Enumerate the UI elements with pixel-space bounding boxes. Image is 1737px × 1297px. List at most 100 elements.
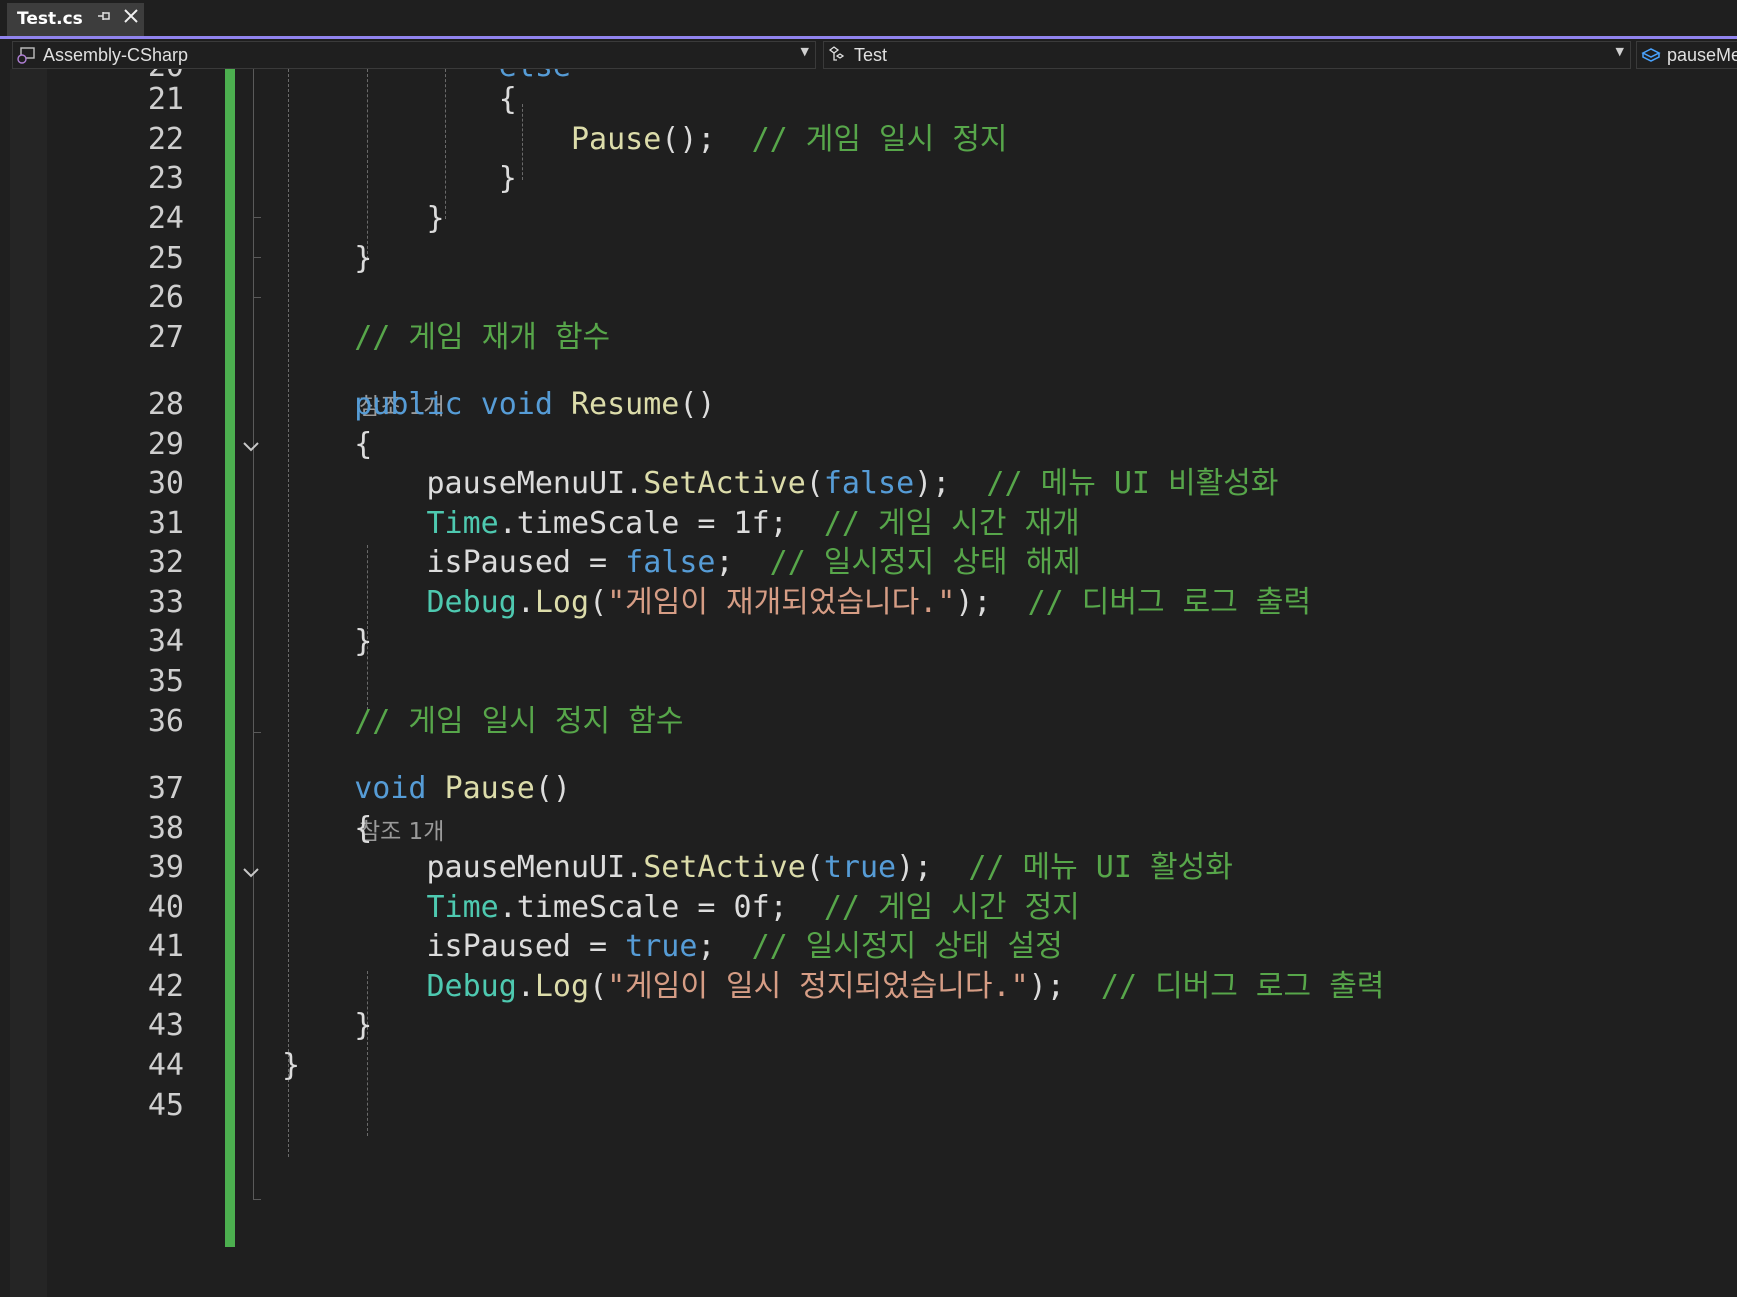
code-text[interactable]: {	[282, 425, 372, 465]
code-token: // 디버그 로그 출력	[1027, 585, 1312, 620]
code-line[interactable]: 38 {	[0, 809, 1737, 849]
code-line[interactable]: 23 }	[0, 159, 1737, 199]
code-line[interactable]: 25 }	[0, 239, 1737, 279]
code-line[interactable]: 29 {	[0, 425, 1737, 465]
line-number: 38	[147, 811, 184, 846]
code-text[interactable]: // 게임 재개 함수	[282, 318, 610, 358]
code-token: // 일시정지 상태 설정	[751, 929, 1063, 964]
code-line[interactable]: 41 isPaused = true; // 일시정지 상태 설정	[0, 927, 1737, 967]
code-line[interactable]: 22 Pause(); // 게임 일시 정지	[0, 120, 1737, 160]
code-token: ();	[661, 122, 752, 157]
code-text[interactable]: Time.timeScale = 0f; // 게임 시간 정지	[282, 888, 1080, 928]
code-text[interactable]: }	[282, 199, 444, 239]
member-label: pauseMe	[1667, 45, 1737, 65]
project-icon	[17, 46, 35, 64]
code-token: (	[805, 466, 824, 501]
code-token: Log	[534, 585, 590, 620]
code-line[interactable]: 35	[0, 662, 1737, 702]
code-text[interactable]: }	[282, 239, 372, 279]
line-number: 44	[147, 1048, 184, 1083]
line-number: 30	[147, 466, 184, 501]
code-text[interactable]: {	[282, 809, 372, 849]
code-line[interactable]: 26	[0, 278, 1737, 318]
pin-icon[interactable]	[97, 9, 111, 27]
code-text[interactable]: }	[282, 1046, 300, 1086]
code-line[interactable]: 36 // 게임 일시 정지 함수	[0, 702, 1737, 742]
code-text[interactable]: Debug.Log("게임이 일시 정지되었습니다."); // 디버그 로그 …	[282, 967, 1385, 1007]
code-text[interactable]: pauseMenuUI.SetActive(true); // 메뉴 UI 활성…	[282, 848, 1233, 888]
code-token: pauseMenuUI.	[282, 466, 644, 501]
code-token: SetActive	[643, 850, 806, 885]
code-token: }	[282, 241, 373, 276]
line-number: 29	[147, 427, 184, 462]
close-icon[interactable]	[123, 5, 139, 29]
code-text[interactable]: Debug.Log("게임이 재개되었습니다."); // 디버그 로그 출력	[282, 583, 1312, 623]
code-token: Pause	[444, 771, 535, 806]
code-line[interactable]: 32 isPaused = false; // 일시정지 상태 해제	[0, 543, 1737, 583]
code-line[interactable]: 39 pauseMenuUI.SetActive(true); // 메뉴 UI…	[0, 848, 1737, 888]
code-text[interactable]: Time.timeScale = 1f; // 게임 시간 재개	[282, 504, 1080, 544]
code-area[interactable]: 참조 1개 참조 1개 20 else21 {22 Pause(); // 게임…	[0, 69, 1737, 1297]
code-text[interactable]: public void Resume()	[282, 385, 715, 425]
line-number: 32	[147, 545, 184, 580]
line-number: 22	[147, 122, 184, 157]
code-line[interactable]: 44}	[0, 1046, 1737, 1086]
code-text[interactable]: void Pause()	[282, 769, 571, 809]
code-line[interactable]: 34 }	[0, 622, 1737, 662]
code-token: // 디버그 로그 출력	[1100, 969, 1385, 1004]
code-token: Resume	[571, 387, 680, 422]
code-token: (	[805, 850, 824, 885]
code-text[interactable]: {	[282, 80, 517, 120]
code-token: .	[516, 585, 535, 620]
code-token: // 게임 시간 정지	[823, 890, 1080, 925]
project-dropdown[interactable]: Assembly-CSharp ▼	[12, 41, 816, 69]
code-token: false	[625, 545, 716, 580]
code-token: );	[896, 850, 969, 885]
line-number: 40	[147, 890, 184, 925]
code-text[interactable]: Pause(); // 게임 일시 정지	[282, 120, 1008, 160]
code-token: (	[589, 969, 608, 1004]
line-number: 34	[147, 624, 184, 659]
code-text[interactable]: // 게임 일시 정지 함수	[282, 702, 683, 742]
class-dropdown[interactable]: Test ▼	[823, 41, 1631, 69]
code-text[interactable]: pauseMenuUI.SetActive(false); // 메뉴 UI 비…	[282, 464, 1278, 504]
code-token: );	[1028, 969, 1101, 1004]
chevron-down-icon[interactable]: ▼	[1616, 45, 1624, 58]
code-text[interactable]: isPaused = true; // 일시정지 상태 설정	[282, 927, 1063, 967]
code-token: Pause	[570, 122, 662, 157]
code-line[interactable]: 43 }	[0, 1006, 1737, 1046]
code-text[interactable]: }	[282, 159, 517, 199]
code-line[interactable]: 42 Debug.Log("게임이 일시 정지되었습니다."); // 디버그 …	[0, 967, 1737, 1007]
code-token: isPaused =	[282, 545, 626, 580]
code-token: // 일시정지 상태 해제	[769, 545, 1081, 580]
chevron-down-icon[interactable]: ▼	[801, 45, 809, 58]
code-line[interactable]: 45	[0, 1086, 1737, 1126]
code-line[interactable]: 31 Time.timeScale = 1f; // 게임 시간 재개	[0, 504, 1737, 544]
tab-test-cs[interactable]: Test.cs	[7, 3, 144, 36]
code-token: }	[282, 624, 373, 659]
code-line[interactable]: 28 public void Resume()	[0, 385, 1737, 425]
code-line[interactable]: 33 Debug.Log("게임이 재개되었습니다."); // 디버그 로그 …	[0, 583, 1737, 623]
code-token: // 메뉴 UI 활성화	[968, 850, 1233, 885]
code-text[interactable]: }	[282, 1006, 372, 1046]
member-dropdown[interactable]: pauseMe	[1636, 41, 1737, 69]
code-text[interactable]: isPaused = false; // 일시정지 상태 해제	[282, 543, 1081, 583]
code-line[interactable]: 24 }	[0, 199, 1737, 239]
class-icon	[828, 46, 846, 64]
code-line[interactable]: 40 Time.timeScale = 0f; // 게임 시간 정지	[0, 888, 1737, 928]
line-number: 41	[147, 929, 184, 964]
code-line[interactable]: 27 // 게임 재개 함수	[0, 318, 1737, 358]
code-line[interactable]: 21 {	[0, 80, 1737, 120]
code-line[interactable]: 30 pauseMenuUI.SetActive(false); // 메뉴 U…	[0, 464, 1737, 504]
code-line[interactable]: 37 void Pause()	[0, 769, 1737, 809]
code-text[interactable]: }	[282, 622, 372, 662]
code-token: .timeScale = 1f;	[498, 506, 824, 541]
